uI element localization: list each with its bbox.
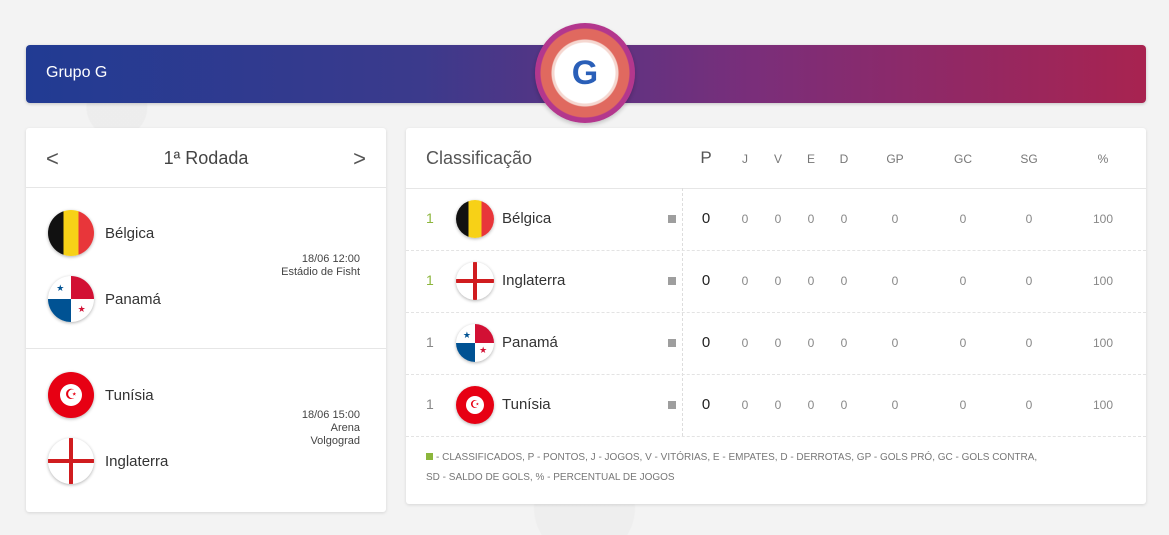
cell-gc: 0 bbox=[959, 398, 967, 412]
team-name: Tunísia bbox=[502, 396, 551, 413]
cell-sg: 0 bbox=[1025, 398, 1033, 412]
legend-line: SD - SALDO DE GOLS, % - PERCENTUAL DE JO… bbox=[426, 472, 675, 483]
cell-sg: 0 bbox=[1025, 212, 1033, 226]
match-item[interactable]: ☪ Tunísia Inglaterra 18/06 15:00 Arena V… bbox=[26, 350, 386, 510]
match-datetime: 18/06 12:00 bbox=[301, 253, 360, 265]
match-item[interactable]: Bélgica ★ ★ Panamá 18/06 12:00 Estádio de… bbox=[26, 188, 386, 349]
standings-card: Classificação P J V E D GP GC SG % 1 Bél… bbox=[406, 128, 1146, 504]
cell-d: 0 bbox=[840, 274, 848, 288]
form-indicator bbox=[668, 339, 676, 347]
cell-sg: 0 bbox=[1025, 336, 1033, 350]
table-row[interactable]: 1 ★ ★ Panamá 0 0 0 0 0 0 0 0 100 bbox=[406, 312, 1146, 375]
group-letter: G bbox=[571, 53, 599, 92]
cell-p: 0 bbox=[701, 334, 711, 351]
form-indicator bbox=[668, 401, 676, 409]
team-name: Panamá bbox=[502, 334, 558, 351]
standings-title: Classificação bbox=[426, 148, 533, 168]
match-venue: Volgograd bbox=[310, 435, 360, 447]
cell-gp: 0 bbox=[891, 398, 899, 412]
cell-d: 0 bbox=[840, 212, 848, 226]
team-name: Inglaterra bbox=[105, 452, 169, 470]
chevron-right-icon[interactable]: > bbox=[353, 146, 366, 172]
belgium-flag-icon bbox=[456, 200, 494, 238]
group-title: Grupo G bbox=[46, 64, 108, 81]
match-datetime: 18/06 15:00 bbox=[301, 409, 360, 421]
cell-gc: 0 bbox=[959, 336, 967, 350]
position: 1 bbox=[426, 272, 434, 288]
team-name: Bélgica bbox=[502, 210, 552, 227]
cell-gp: 0 bbox=[891, 274, 899, 288]
cell-d: 0 bbox=[840, 336, 848, 350]
table-row[interactable]: 1 Bélgica 0 0 0 0 0 0 0 0 100 bbox=[406, 188, 1146, 251]
team-name: Bélgica bbox=[105, 224, 155, 242]
position: 1 bbox=[426, 334, 434, 350]
match-venue: Arena bbox=[330, 422, 360, 434]
position: 1 bbox=[426, 396, 434, 412]
cell-gp: 0 bbox=[891, 212, 899, 226]
standings-header: Classificação P J V E D GP GC SG % bbox=[406, 128, 1146, 189]
cell-pct: 100 bbox=[1092, 398, 1114, 412]
form-indicator bbox=[668, 215, 676, 223]
col-header-gp: GP bbox=[886, 152, 904, 166]
col-header-sg: SG bbox=[1020, 152, 1038, 166]
col-header-gc: GC bbox=[954, 152, 972, 166]
cell-pct: 100 bbox=[1092, 212, 1114, 226]
cell-p: 0 bbox=[701, 272, 711, 289]
home-team: ☪ Tunísia bbox=[48, 372, 154, 418]
legend-line: - CLASSIFICADOS, P - PONTOS, J - JOGOS, … bbox=[436, 452, 1038, 463]
round-header: < 1ª Rodada > bbox=[26, 128, 386, 188]
form-indicator bbox=[668, 277, 676, 285]
table-row[interactable]: 1 Inglaterra 0 0 0 0 0 0 0 0 100 bbox=[406, 250, 1146, 313]
team-name: Tunísia bbox=[105, 386, 154, 404]
away-team: Inglaterra bbox=[48, 438, 168, 484]
match-venue: Estádio de Fisht bbox=[281, 266, 360, 278]
col-header-d: D bbox=[839, 152, 849, 166]
cell-pct: 100 bbox=[1092, 274, 1114, 288]
position: 1 bbox=[426, 210, 434, 226]
standings-legend: - CLASSIFICADOS, P - PONTOS, J - JOGOS, … bbox=[426, 448, 1126, 488]
panama-flag-icon: ★ ★ bbox=[48, 276, 94, 322]
belgium-flag-icon bbox=[48, 210, 94, 256]
qualified-square-icon bbox=[426, 453, 433, 460]
team-name: Inglaterra bbox=[502, 272, 566, 289]
home-team: Bélgica bbox=[48, 210, 154, 256]
match-info: 18/06 15:00 Arena Volgograd bbox=[302, 409, 360, 448]
cell-gp: 0 bbox=[891, 336, 899, 350]
tunisia-flag-icon: ☪ bbox=[48, 372, 94, 418]
away-team: ★ ★ Panamá bbox=[48, 276, 161, 322]
cell-p: 0 bbox=[701, 396, 711, 413]
cell-sg: 0 bbox=[1025, 274, 1033, 288]
col-header-p: P bbox=[700, 148, 712, 167]
group-badge: G bbox=[535, 23, 635, 123]
cell-d: 0 bbox=[840, 398, 848, 412]
tunisia-flag-icon: ☪ bbox=[456, 386, 494, 424]
col-header-pct: % bbox=[1097, 152, 1109, 166]
cell-pct: 100 bbox=[1092, 336, 1114, 350]
panama-flag-icon: ★ ★ bbox=[456, 324, 494, 362]
round-title: 1ª Rodada bbox=[163, 148, 249, 168]
england-flag-icon bbox=[48, 438, 94, 484]
match-info: 18/06 12:00 Estádio de Fisht bbox=[281, 253, 360, 279]
england-flag-icon bbox=[456, 262, 494, 300]
cell-gc: 0 bbox=[959, 274, 967, 288]
team-name: Panamá bbox=[105, 290, 161, 308]
table-row[interactable]: 1 ☪ Tunísia 0 0 0 0 0 0 0 0 100 bbox=[406, 374, 1146, 437]
cell-gc: 0 bbox=[959, 212, 967, 226]
cell-p: 0 bbox=[701, 210, 711, 227]
matches-card: < 1ª Rodada > Bélgica ★ ★ Panamá 18/06 12… bbox=[26, 128, 386, 512]
